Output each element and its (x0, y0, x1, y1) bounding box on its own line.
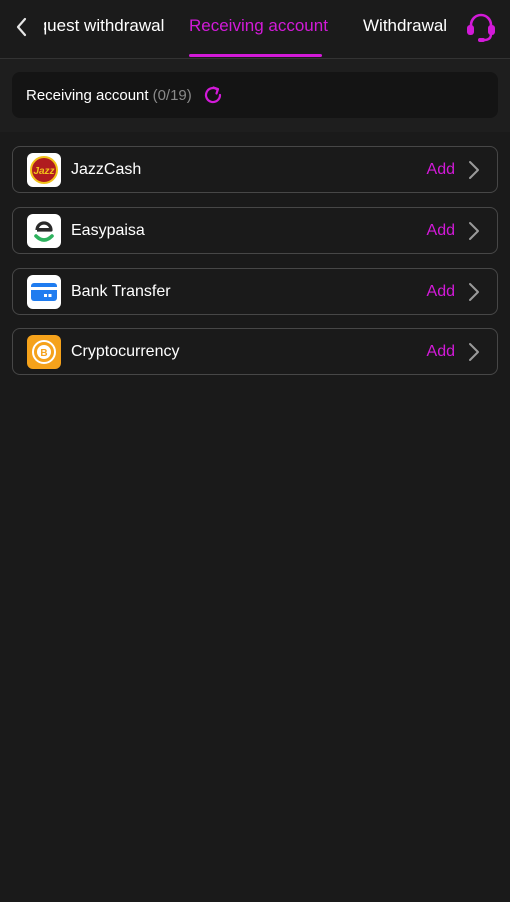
method-name: JazzCash (71, 161, 142, 178)
bank-card-icon (27, 275, 61, 309)
payment-method-cryptocurrency[interactable]: B Cryptocurrency Add (12, 328, 498, 375)
headset-support-icon (467, 13, 495, 42)
svg-text:B: B (40, 348, 47, 359)
customer-support-button[interactable] (464, 12, 498, 44)
summary-label: Receiving account (26, 86, 149, 104)
page: Request withdrawal Receiving account Wit… (0, 0, 510, 902)
chevron-right-icon (469, 161, 479, 179)
svg-text:Jazz: Jazz (33, 166, 54, 177)
summary-section: Receiving account (0/19) (0, 59, 510, 132)
top-nav-bar: Request withdrawal Receiving account Wit… (0, 0, 510, 59)
tabs-strip: Request withdrawal Receiving account Wit… (44, 0, 451, 59)
bitcoin-coin-icon: B (27, 335, 61, 369)
account-count: (0/19) (152, 86, 192, 104)
chevron-right-icon (469, 222, 479, 240)
add-button[interactable]: Add (427, 208, 455, 253)
payment-method-easypaisa[interactable]: Easypaisa Add (12, 207, 498, 254)
back-arrow-icon (16, 17, 27, 37)
chevron-right-icon (469, 283, 479, 301)
tab-receiving-account[interactable]: Receiving account (189, 0, 328, 58)
back-button[interactable] (8, 10, 36, 44)
method-name: Cryptocurrency (71, 343, 180, 360)
add-button[interactable]: Add (427, 269, 455, 314)
add-button[interactable]: Add (427, 329, 455, 374)
add-button[interactable]: Add (427, 147, 455, 192)
method-name: Bank Transfer (71, 283, 171, 300)
receiving-account-summary: Receiving account (0/19) (12, 72, 498, 118)
tab-request-withdrawal[interactable]: Request withdrawal (44, 0, 164, 58)
payment-method-jazzcash[interactable]: Jazz JazzCash Add (12, 146, 498, 193)
refresh-icon (204, 86, 221, 104)
jazzcash-logo: Jazz (27, 153, 61, 187)
refresh-button[interactable] (202, 84, 224, 106)
chevron-right-icon (469, 343, 479, 361)
easypaisa-logo (27, 214, 61, 248)
payment-method-bank-transfer[interactable]: Bank Transfer Add (12, 268, 498, 315)
active-tab-indicator (189, 54, 322, 57)
tab-withdrawal-history[interactable]: Withdrawal history (363, 0, 451, 58)
method-name: Easypaisa (71, 222, 145, 239)
